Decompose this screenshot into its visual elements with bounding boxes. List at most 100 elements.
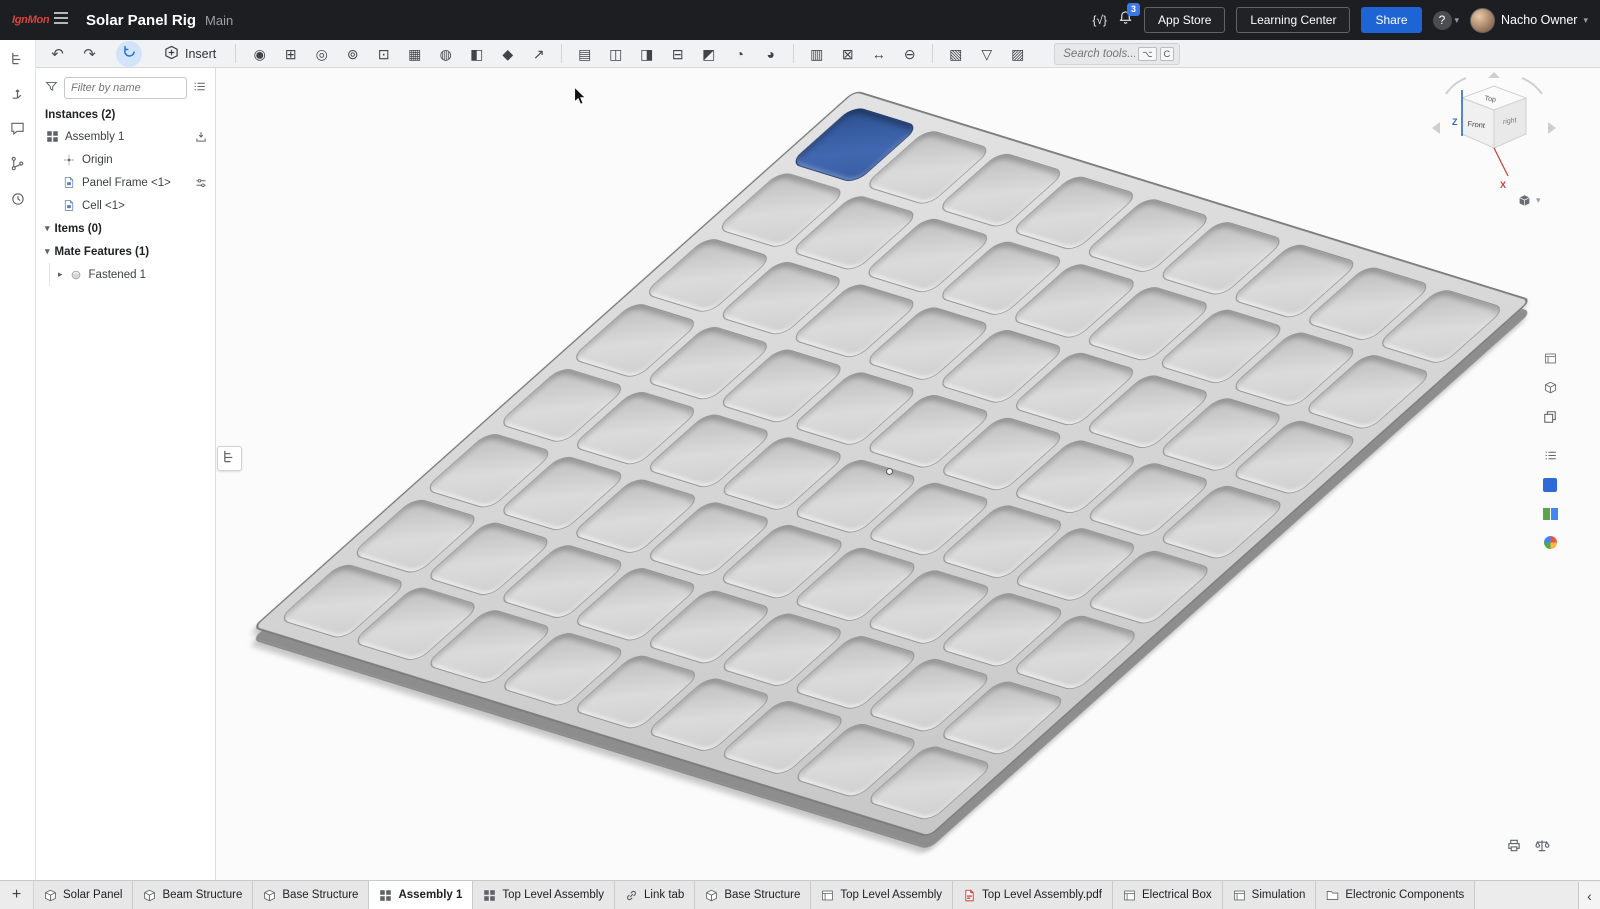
create-drawing-tool[interactable]: ▧: [942, 42, 969, 66]
selected-panel-button[interactable]: [1538, 476, 1562, 498]
appearance-panel-button[interactable]: [1538, 534, 1562, 556]
rotate-right-arrow[interactable]: [1548, 122, 1556, 134]
compare-panel-button[interactable]: [1538, 505, 1562, 527]
share-button[interactable]: Share: [1361, 7, 1421, 33]
bom-tool[interactable]: ▥: [803, 42, 830, 66]
items-header-label: Items (0): [55, 223, 102, 235]
viewport[interactable]: Top Front right Z X ▾: [0, 0, 1600, 880]
replicate-tool[interactable]: ⊡: [370, 42, 397, 66]
tree-row[interactable]: Origin: [36, 148, 215, 171]
mate-tool[interactable]: ◉: [246, 42, 273, 66]
roll-ccw-arrow[interactable]: [1446, 78, 1466, 94]
update-icon[interactable]: [195, 131, 207, 143]
view-cube[interactable]: Top Front right Z X: [1428, 70, 1560, 195]
items-section-header[interactable]: ▾ Items (0): [36, 217, 215, 240]
tab-top-level-assembly[interactable]: Top Level Assembly: [811, 881, 953, 909]
rotate-up-arrow[interactable]: [1488, 72, 1500, 78]
part-icon: [62, 199, 76, 212]
mate-feature-list: ▸Fastened 1: [36, 263, 215, 286]
mass-properties-tool[interactable]: ⊖: [896, 42, 923, 66]
comments-panel-button[interactable]: [4, 118, 32, 144]
user-menu[interactable]: Nacho Owner ▾: [1470, 8, 1588, 33]
display-states-tool[interactable]: ◨: [633, 42, 660, 66]
parts-panel-button[interactable]: [1538, 379, 1562, 401]
hide-others-icon: ◔: [736, 47, 744, 61]
export-tool[interactable]: ▽: [973, 42, 1000, 66]
tab-assembly-1[interactable]: Assembly 1: [369, 881, 473, 909]
learning-center-button[interactable]: Learning Center: [1236, 7, 1350, 33]
tab-beam-structure[interactable]: Beam Structure: [133, 881, 253, 909]
tab-solar-panel[interactable]: Solar Panel: [34, 881, 133, 909]
analysis-tool[interactable]: ▨: [1004, 42, 1031, 66]
named-views-tool[interactable]: ▤: [571, 42, 598, 66]
undo-button[interactable]: ↶: [44, 42, 71, 66]
mate-triad-panel-button[interactable]: [4, 83, 32, 109]
tab-label: Base Structure: [724, 889, 800, 901]
mate-connector-tool[interactable]: ◎: [308, 42, 335, 66]
tree-row[interactable]: Cell <1>: [36, 194, 215, 217]
tree-row[interactable]: Assembly 1: [36, 125, 215, 148]
rotate-view-tool[interactable]: [116, 41, 142, 67]
roll-cw-arrow[interactable]: [1522, 78, 1542, 94]
interference-check-tool[interactable]: ⊠: [834, 42, 861, 66]
tab-electronic-components[interactable]: Electronic Components: [1316, 881, 1475, 909]
tab-scroll-left-button[interactable]: ‹: [1578, 882, 1600, 909]
mate-feature-row[interactable]: ▸Fastened 1: [36, 263, 215, 286]
copy-panel-button[interactable]: [1538, 408, 1562, 430]
tab-top-level-assembly[interactable]: Top Level Assembly: [473, 881, 615, 909]
rotate-left-arrow[interactable]: [1432, 122, 1440, 134]
sheet-panel-button[interactable]: [1538, 350, 1562, 372]
notifications-button[interactable]: 3: [1118, 10, 1133, 30]
group-tool[interactable]: ⊞: [277, 42, 304, 66]
appearance-tool[interactable]: ◩: [695, 42, 722, 66]
config-icon[interactable]: [195, 177, 207, 189]
tab-label: Top Level Assembly.pdf: [982, 889, 1102, 901]
bolted-connection-tool[interactable]: ⊚: [339, 42, 366, 66]
units-button[interactable]: [1534, 838, 1550, 858]
new-tab-button[interactable]: +: [0, 881, 34, 909]
tab-base-structure[interactable]: Base Structure: [253, 881, 369, 909]
assembly-icon: [483, 889, 496, 902]
tab-link-tab[interactable]: Link tab: [615, 881, 695, 909]
section-view-tool[interactable]: ◫: [602, 42, 629, 66]
versions-shortcut-button[interactable]: {√}: [1092, 13, 1107, 27]
app-store-button[interactable]: App Store: [1144, 7, 1225, 33]
filter-input[interactable]: [64, 77, 187, 99]
print-button[interactable]: [1506, 838, 1522, 858]
model-tree-toggle-button[interactable]: [217, 446, 242, 471]
circular-pattern-tool[interactable]: ◍: [432, 42, 459, 66]
tab-top-level-assembly-pdf[interactable]: Top Level Assembly.pdf: [953, 881, 1113, 909]
mate-features-header-label: Mate Features (1): [55, 246, 150, 258]
section-view-icon: ◫: [609, 47, 622, 61]
redo-button[interactable]: ↷: [76, 42, 103, 66]
insert-button[interactable]: Insert: [155, 42, 225, 66]
structure-panel-button[interactable]: [1538, 447, 1562, 469]
main-menu-button[interactable]: [48, 7, 74, 33]
list-view-icon[interactable]: [193, 80, 206, 96]
isolate-tool[interactable]: ◕: [757, 42, 784, 66]
view-options-button[interactable]: ▾: [1514, 192, 1545, 209]
filter-funnel-icon[interactable]: [45, 80, 58, 96]
versions-panel-button[interactable]: [4, 153, 32, 179]
route-tool[interactable]: ↗: [525, 42, 552, 66]
mate-features-section-header[interactable]: ▾ Mate Features (1): [36, 240, 215, 263]
snap-mode-tool[interactable]: ◧: [463, 42, 490, 66]
hide-others-tool[interactable]: ◔: [726, 42, 753, 66]
measure-tool[interactable]: ↔: [865, 42, 892, 66]
sheet-panel-icon: [1544, 352, 1557, 370]
help-button[interactable]: ? ▾: [1433, 11, 1460, 30]
explode-tool[interactable]: ◆: [494, 42, 521, 66]
chevron-right-icon[interactable]: ▸: [58, 269, 63, 280]
workspace-name: Main: [205, 13, 233, 28]
tab-electrical-box[interactable]: Electrical Box: [1113, 881, 1223, 909]
tree-row[interactable]: Panel Frame <1>: [36, 171, 215, 194]
route-icon: ↗: [533, 47, 545, 61]
model-tree-panel-button[interactable]: [4, 48, 32, 74]
tab-base-structure[interactable]: Base Structure: [695, 881, 811, 909]
search-tools-input[interactable]: [1063, 48, 1135, 60]
linear-pattern-tool[interactable]: ▦: [401, 42, 428, 66]
search-tools-box[interactable]: ⌥ C: [1054, 43, 1180, 65]
configurations-tool[interactable]: ⊟: [664, 42, 691, 66]
tab-simulation[interactable]: Simulation: [1223, 881, 1317, 909]
history-panel-button[interactable]: [4, 188, 32, 214]
